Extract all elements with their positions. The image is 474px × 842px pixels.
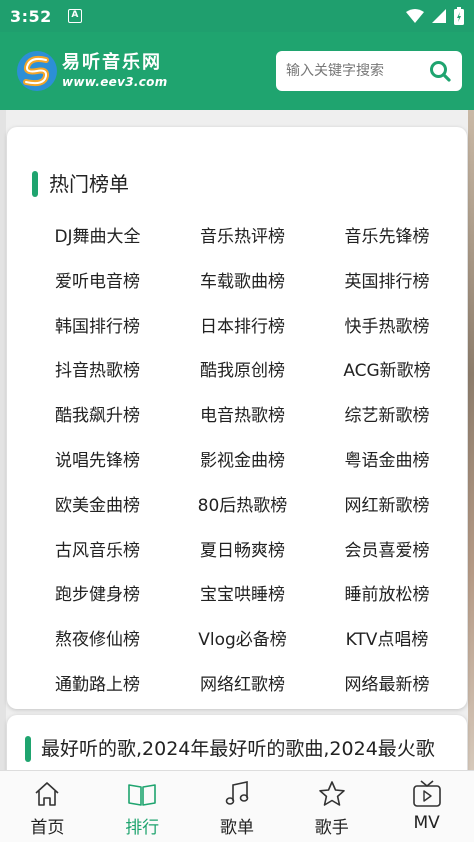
- chart-item[interactable]: 电音热歌榜: [170, 394, 315, 439]
- chart-item[interactable]: KTV点唱榜: [315, 618, 459, 663]
- tab-mv[interactable]: MV: [379, 771, 474, 842]
- chart-item[interactable]: 通勤路上榜: [25, 663, 170, 708]
- chart-item[interactable]: 爱听电音榜: [25, 260, 170, 305]
- chart-item[interactable]: 夏日畅爽榜: [170, 529, 315, 574]
- chart-item[interactable]: Vlog必备榜: [170, 618, 315, 663]
- tab-label: MV: [413, 813, 440, 833]
- chart-item[interactable]: 网红新歌榜: [315, 484, 459, 529]
- left-edge: [0, 110, 6, 770]
- logo-text[interactable]: 易听音乐网 www.eev3.com: [62, 52, 168, 90]
- tab-rankings[interactable]: 排行: [95, 771, 190, 842]
- chart-item[interactable]: 宝宝哄睡榜: [170, 573, 315, 618]
- signal-icon: [432, 9, 446, 23]
- status-time: 3:52: [10, 6, 52, 26]
- chart-item[interactable]: ACG新歌榜: [315, 349, 459, 394]
- chart-item[interactable]: 快手热歌榜: [315, 305, 459, 350]
- chart-item[interactable]: 综艺新歌榜: [315, 394, 459, 439]
- bottom-tab-bar: 首页 排行 歌单 歌手 MV: [0, 770, 474, 842]
- section-accent-bar: [32, 171, 38, 197]
- book-icon: [127, 779, 157, 809]
- chart-item[interactable]: DJ舞曲大全: [25, 215, 170, 260]
- chart-item[interactable]: 韩国排行榜: [25, 305, 170, 350]
- battery-icon: [454, 7, 464, 25]
- search-box[interactable]: [276, 51, 462, 91]
- chart-item[interactable]: 跑步健身榜: [25, 573, 170, 618]
- tab-label: 歌单: [219, 818, 254, 838]
- notification-app-icon: A: [67, 9, 82, 23]
- search-button[interactable]: [428, 59, 452, 83]
- chart-item[interactable]: 音乐先锋榜: [315, 215, 459, 260]
- tab-playlists[interactable]: 歌单: [190, 771, 285, 842]
- top-songs-card: 最好听的歌,2024年最好听的歌曲,2024最火歌: [7, 715, 467, 770]
- search-icon[interactable]: [429, 60, 451, 82]
- music-note-icon: [222, 779, 252, 809]
- chart-item[interactable]: 会员喜爱榜: [315, 529, 459, 574]
- chart-item[interactable]: 古风音乐榜: [25, 529, 170, 574]
- chart-item[interactable]: 欧美金曲榜: [25, 484, 170, 529]
- chart-item[interactable]: 80后热歌榜: [170, 484, 315, 529]
- chart-item[interactable]: 抖音热歌榜: [25, 349, 170, 394]
- chart-item[interactable]: 粤语金曲榜: [315, 439, 459, 484]
- chart-item[interactable]: 网络最新榜: [315, 663, 459, 708]
- home-icon: [32, 779, 62, 809]
- chart-list: DJ舞曲大全 音乐热评榜 音乐先锋榜爱听电音榜 车载歌曲榜 英国排行榜韩国排行榜 日本排行…: [25, 215, 459, 708]
- chart-item[interactable]: 音乐热评榜: [170, 215, 315, 260]
- top-songs-title[interactable]: 最好听的歌,2024年最好听的歌曲,2024最火歌: [41, 736, 435, 762]
- star-icon: [317, 779, 347, 809]
- hot-charts-title: 热门榜单: [49, 172, 129, 196]
- chart-item[interactable]: 说唱先锋榜: [25, 439, 170, 484]
- chart-item[interactable]: 网络红歌榜: [170, 663, 315, 708]
- chart-item[interactable]: 睡前放松榜: [315, 573, 459, 618]
- search-input[interactable]: [286, 63, 426, 79]
- chart-item[interactable]: 影视金曲榜: [170, 439, 315, 484]
- tab-label: 歌手: [314, 818, 349, 838]
- tab-home[interactable]: 首页: [0, 771, 95, 842]
- chart-item[interactable]: 熬夜修仙榜: [25, 618, 170, 663]
- hot-charts-card: 热门榜单 DJ舞曲大全 音乐热评榜 音乐先锋榜爱听电音榜 车载歌曲榜 英国排行榜韩国排行…: [7, 127, 467, 709]
- status-bar: 3:52 A: [0, 0, 474, 32]
- app-header: 易听音乐网 www.eev3.com: [0, 32, 474, 110]
- chart-item[interactable]: 酷我飙升榜: [25, 394, 170, 439]
- chart-item[interactable]: 日本排行榜: [170, 305, 315, 350]
- tab-singers[interactable]: 歌手: [284, 771, 379, 842]
- chart-item[interactable]: 英国排行榜: [315, 260, 459, 305]
- section-accent-bar: [25, 736, 31, 762]
- right-edge-banner: [468, 110, 474, 770]
- site-logo-icon[interactable]: [16, 50, 58, 92]
- logo-name: 易听音乐网: [62, 52, 162, 73]
- tv-icon: [412, 779, 442, 809]
- status-icons: [406, 7, 464, 25]
- chart-item[interactable]: 车载歌曲榜: [170, 260, 315, 305]
- chart-item[interactable]: 酷我原创榜: [170, 349, 315, 394]
- tab-label: 首页: [30, 818, 65, 838]
- wifi-icon: [406, 9, 424, 23]
- logo-url: www.eev3.com: [62, 75, 168, 89]
- content-area[interactable]: 热门榜单 DJ舞曲大全 音乐热评榜 音乐先锋榜爱听电音榜 车载歌曲榜 英国排行榜韩国排行…: [0, 110, 474, 770]
- tab-label: 排行: [125, 818, 160, 838]
